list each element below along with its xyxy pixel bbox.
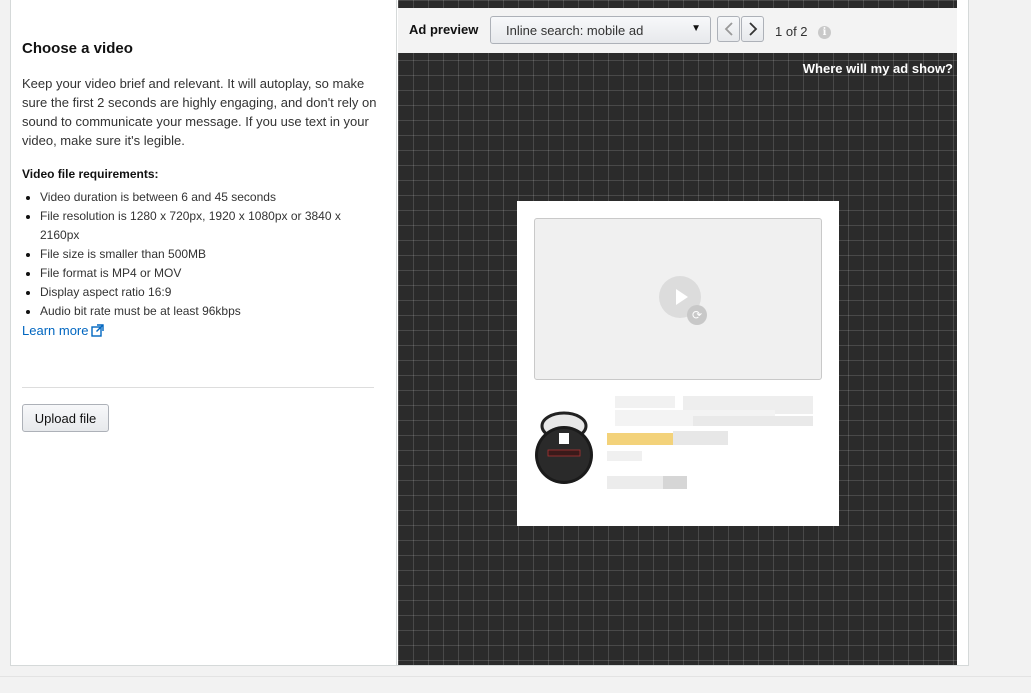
redacted-product-details (603, 396, 817, 496)
divider (22, 387, 374, 388)
chevron-right-icon (748, 22, 757, 36)
video-upload-panel: Choose a video Keep your video brief and… (11, 0, 397, 665)
requirement-item: Video duration is between 6 and 45 secon… (22, 188, 362, 207)
requirements-title: Video file requirements: (22, 167, 159, 181)
video-placeholder[interactable]: ⟳ (534, 218, 822, 380)
preview-toolbar: Ad preview Inline search: mobile ad ▼ 1 … (398, 8, 957, 53)
section-title: Choose a video (22, 40, 133, 57)
requirement-item: Audio bit rate must be at least 96kbps (22, 302, 362, 321)
requirement-item: File resolution is 1280 x 720px, 1920 x … (22, 207, 362, 245)
page-bottom-bar (0, 676, 1031, 693)
next-preview-button[interactable] (741, 16, 764, 42)
previous-preview-button[interactable] (717, 16, 740, 42)
external-link-icon (91, 324, 105, 337)
requirements-list: Video duration is between 6 and 45 secon… (22, 188, 362, 321)
replay-icon: ⟳ (687, 305, 707, 325)
upload-file-button[interactable]: Upload file (22, 404, 109, 432)
info-icon[interactable]: i (818, 26, 831, 39)
placement-select-value: Inline search: mobile ad (506, 23, 644, 38)
preview-counter: 1 of 2 (775, 24, 808, 39)
requirement-item: Display aspect ratio 16:9 (22, 283, 362, 302)
learn-more-label: Learn more (22, 323, 89, 338)
mobile-ad-preview-card: ⟳ (517, 201, 839, 526)
video-guidance-text: Keep your video brief and relevant. It w… (22, 76, 377, 148)
requirement-item: File size is smaller than 500MB (22, 245, 362, 264)
ad-preview-panel: Ad preview Inline search: mobile ad ▼ 1 … (398, 0, 957, 665)
chevron-left-icon (724, 22, 733, 36)
rating-bar (607, 433, 673, 445)
where-will-ad-show-link[interactable]: Where will my ad show? (803, 61, 953, 76)
product-image (535, 411, 593, 484)
placement-select[interactable]: Inline search: mobile ad ▼ (490, 16, 711, 44)
ad-preview-label: Ad preview (409, 22, 479, 37)
learn-more-link[interactable]: Learn more (22, 323, 105, 338)
requirement-item: File format is MP4 or MOV (22, 264, 362, 283)
dropdown-caret-icon: ▼ (691, 23, 701, 34)
ad-builder-frame: Choose a video Keep your video brief and… (10, 0, 969, 666)
